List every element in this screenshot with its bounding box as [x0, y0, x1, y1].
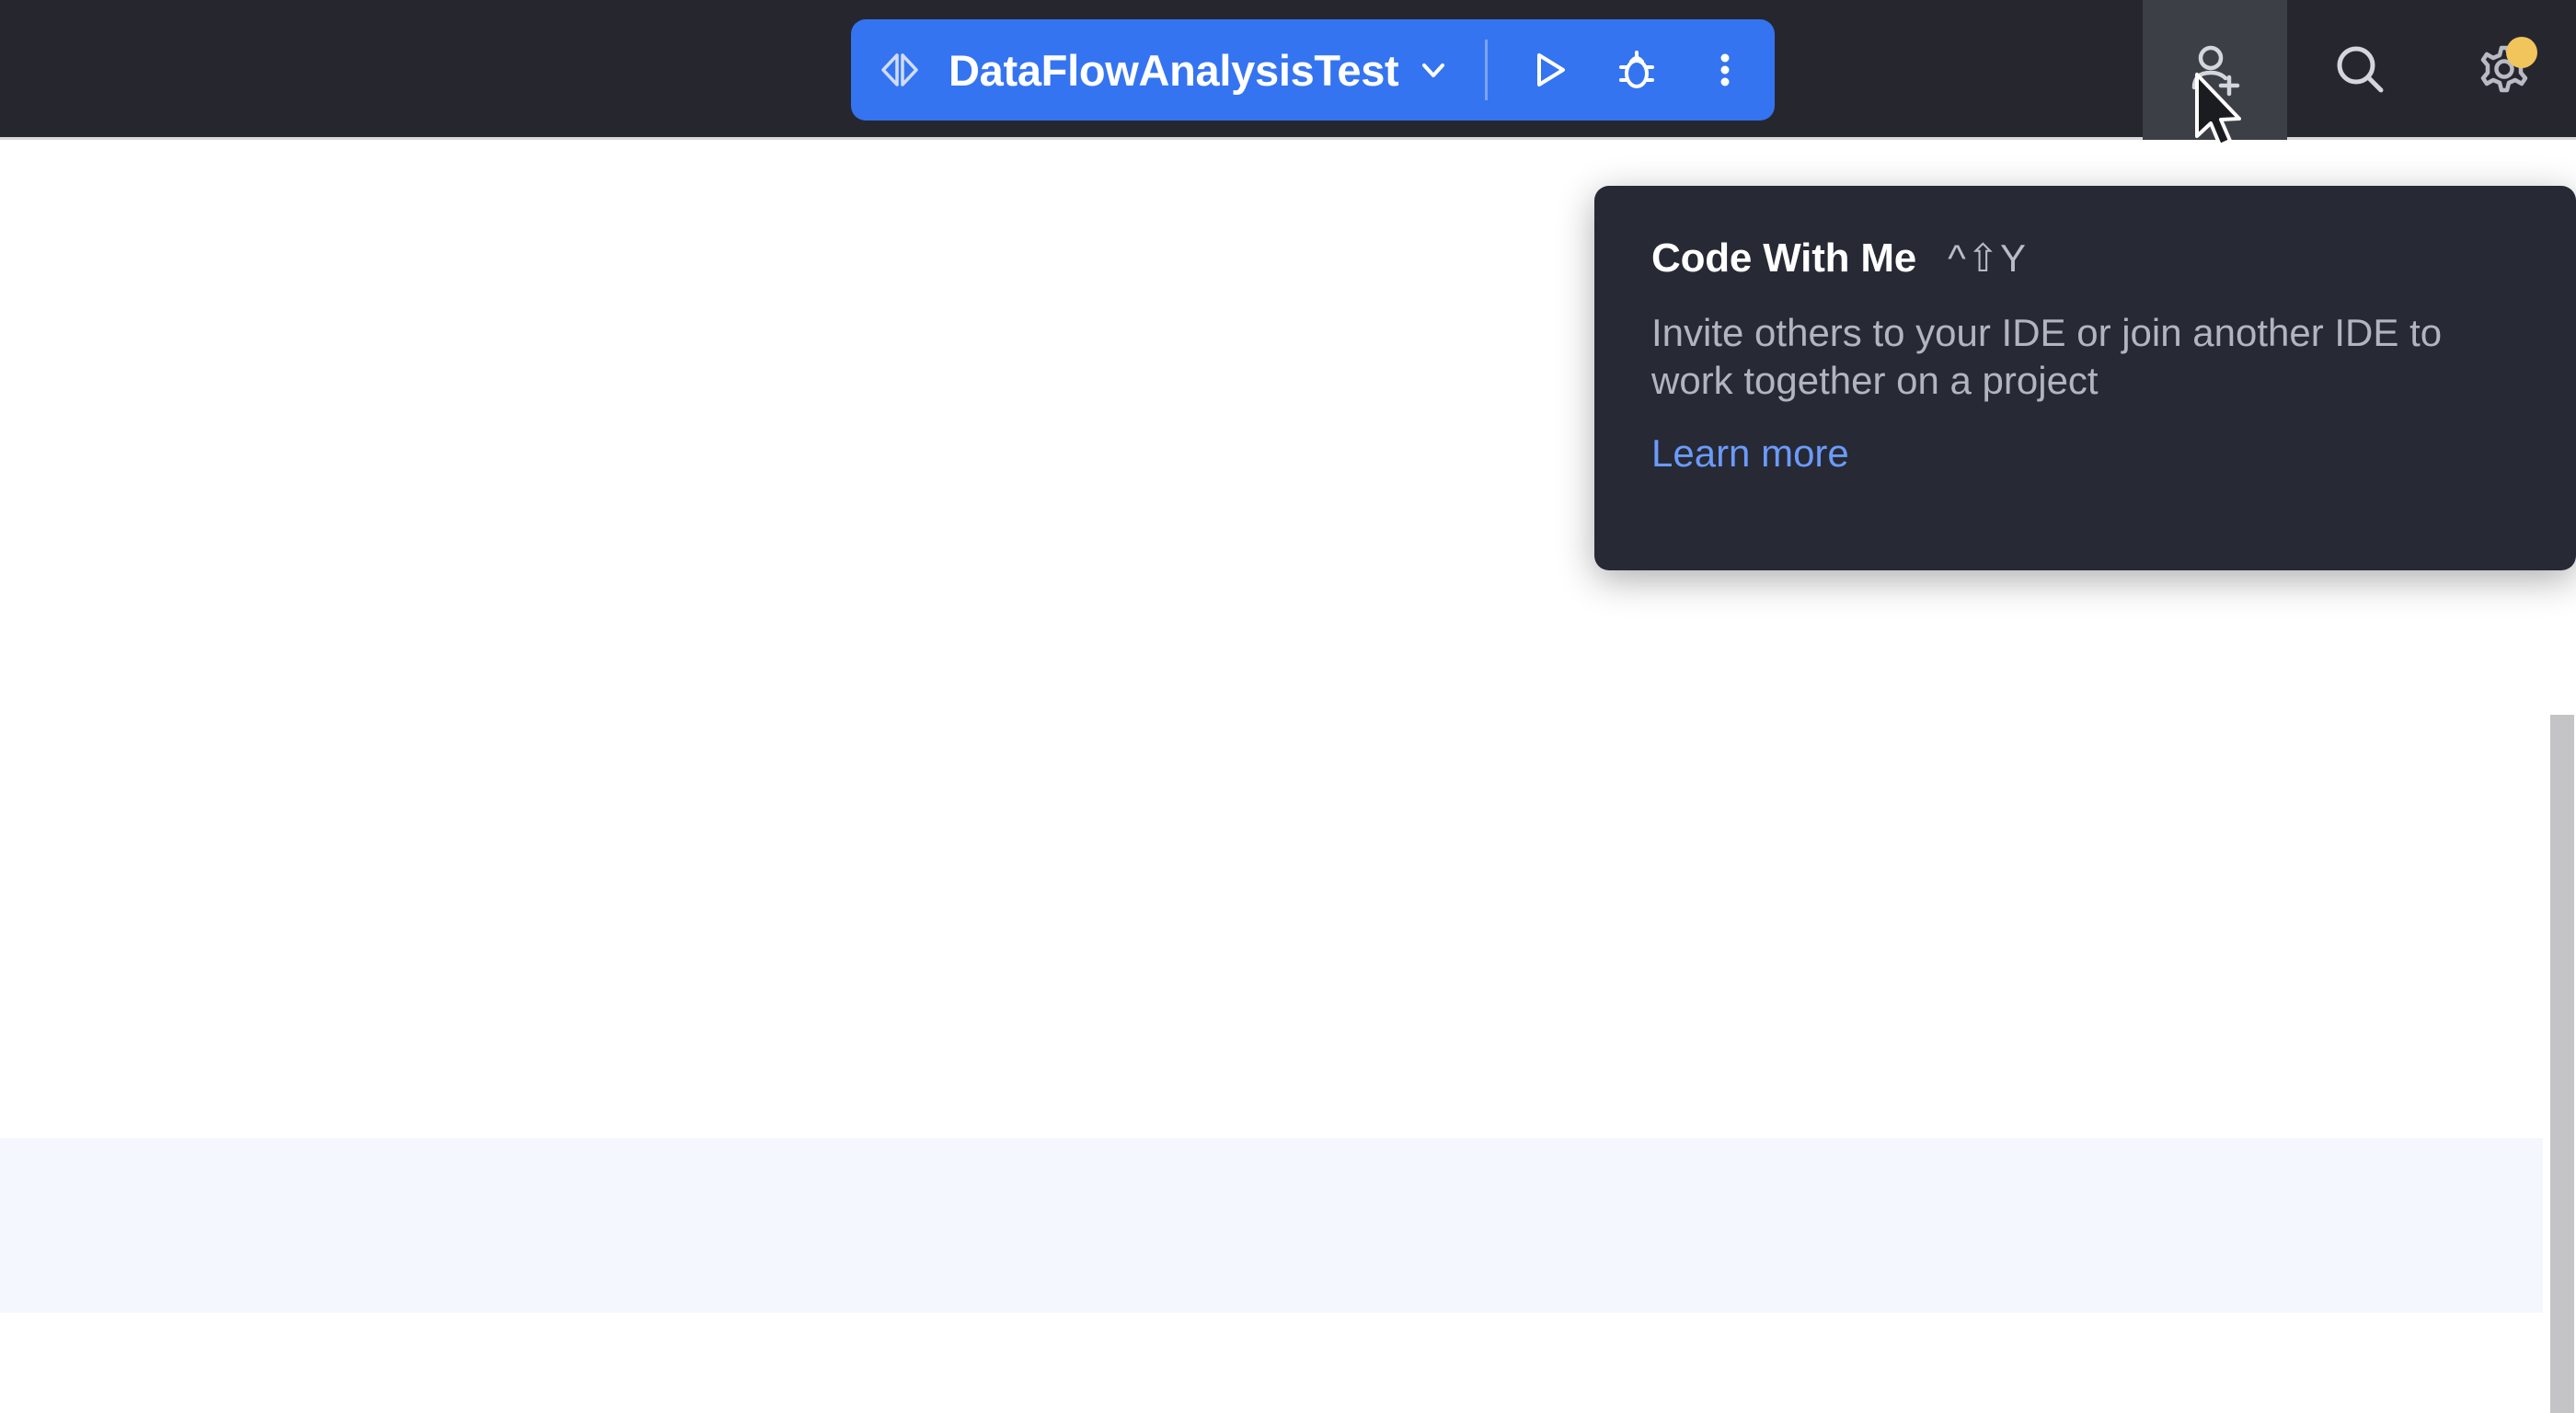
tooltip-learn-more-link[interactable]: Learn more [1651, 431, 1849, 476]
caret-line-highlight [0, 1138, 2543, 1313]
settings-notification-badge [2506, 37, 2537, 68]
bug-icon [1612, 45, 1662, 95]
code-with-me-tooltip: Code With Me ^⇧Y Invite others to your I… [1594, 186, 2576, 570]
main-toolbar: DataFlowAnalysisTest [0, 0, 2576, 140]
ide-window: DataFlowAnalysisTest [0, 0, 2576, 1413]
search-icon [2327, 37, 2393, 103]
person-add-icon [2182, 37, 2248, 103]
tooltip-header: Code With Me ^⇧Y [1651, 236, 2521, 281]
more-vertical-icon [1700, 45, 1750, 95]
toolbar-right-actions [2143, 0, 2576, 140]
tooltip-description: Invite others to your IDE or join anothe… [1651, 309, 2521, 404]
scrollbar-thumb[interactable] [2550, 715, 2574, 1413]
code-with-me-button[interactable] [2143, 0, 2287, 140]
chevron-down-icon [1415, 52, 1452, 88]
run-configuration-name: DataFlowAnalysisTest [949, 45, 1398, 96]
run-configuration-icon [875, 45, 925, 95]
more-actions-button[interactable] [1681, 19, 1769, 121]
play-icon [1524, 45, 1573, 95]
toolbar-separator [1485, 40, 1488, 100]
tooltip-title: Code With Me [1651, 236, 1916, 281]
search-everywhere-button[interactable] [2287, 0, 2432, 140]
debug-button[interactable] [1593, 19, 1681, 121]
run-button[interactable] [1504, 19, 1593, 121]
settings-button[interactable] [2432, 0, 2576, 140]
tooltip-shortcut: ^⇧Y [1948, 236, 2027, 281]
run-configuration-selector[interactable]: DataFlowAnalysisTest [875, 19, 1476, 121]
run-widget: DataFlowAnalysisTest [851, 19, 1775, 121]
